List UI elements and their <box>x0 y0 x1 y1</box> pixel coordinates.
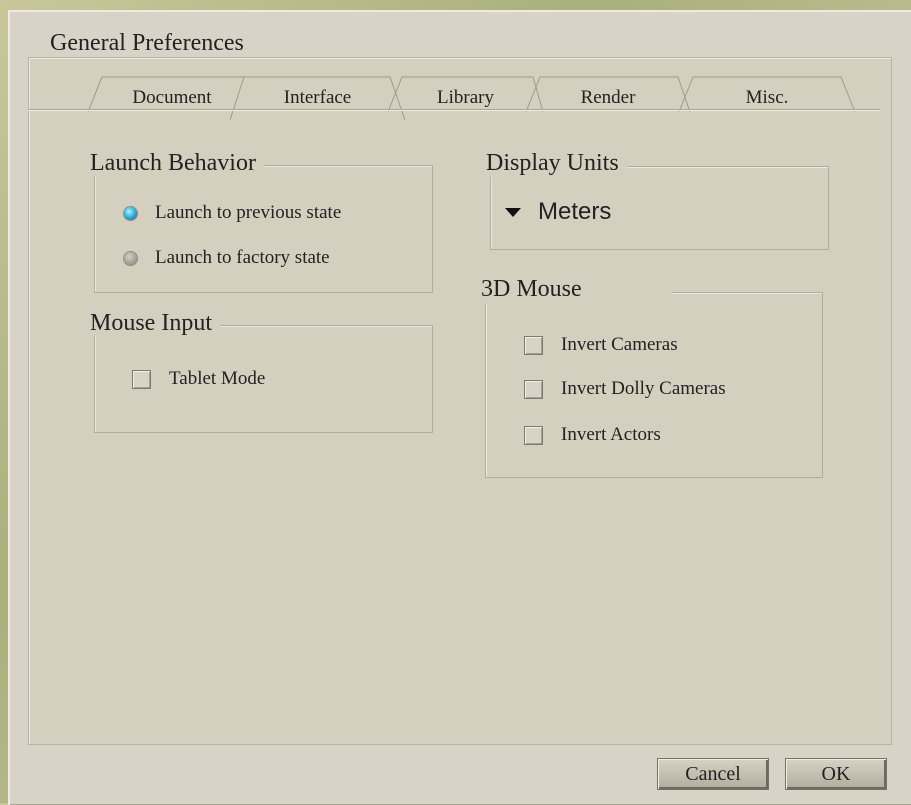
radio-launch-previous-label: Launch to previous state <box>155 202 342 223</box>
checkbox-invert-actors-label: Invert Actors <box>561 424 661 445</box>
tab-interface-label: Interface <box>283 87 352 108</box>
checkbox-box <box>524 335 543 355</box>
display-units-value: Meters <box>538 198 612 225</box>
radio-launch-factory-label: Launch to factory state <box>155 247 330 268</box>
tab-library[interactable]: Library <box>388 72 543 120</box>
checkbox-invert-dolly-cameras-label: Invert Dolly Cameras <box>561 378 726 399</box>
tab-interface[interactable]: Interface <box>230 72 405 120</box>
window-title: General Preferences <box>50 30 244 56</box>
radio-selected-icon <box>124 206 137 220</box>
cancel-button[interactable]: Cancel <box>657 758 769 790</box>
checkbox-box <box>132 369 151 389</box>
checkbox-tablet-mode-label: Tablet Mode <box>169 368 266 389</box>
dropdown-triangle-icon <box>505 207 521 217</box>
radio-launch-factory[interactable]: Launch to factory state <box>124 247 330 269</box>
checkbox-invert-cameras-label: Invert Cameras <box>561 334 678 355</box>
tab-bar: Document Interface Library Render Misc. <box>50 72 890 122</box>
checkbox-tablet-mode[interactable]: Tablet Mode <box>132 368 265 390</box>
tab-divider <box>28 109 880 110</box>
display-units-legend: Display Units <box>484 150 627 177</box>
tab-render-label: Render <box>580 87 636 108</box>
tab-misc[interactable]: Misc. <box>679 72 855 120</box>
checkbox-box <box>524 425 543 445</box>
tab-render[interactable]: Render <box>526 72 690 120</box>
checkbox-invert-actors[interactable]: Invert Actors <box>524 424 661 446</box>
mouse-input-legend: Mouse Input <box>88 310 220 337</box>
tab-document-label: Document <box>132 87 212 108</box>
radio-launch-previous[interactable]: Launch to previous state <box>124 202 341 224</box>
checkbox-invert-cameras[interactable]: Invert Cameras <box>524 334 678 356</box>
radio-unselected-icon <box>124 251 137 265</box>
launch-behavior-legend: Launch Behavior <box>88 150 264 177</box>
launch-behavior-group <box>94 165 433 293</box>
checkbox-invert-dolly-cameras[interactable]: Invert Dolly Cameras <box>524 378 726 400</box>
tab-misc-label: Misc. <box>745 87 789 108</box>
checkbox-box <box>524 379 543 399</box>
tab-library-label: Library <box>437 87 494 108</box>
ok-button[interactable]: OK <box>785 758 887 790</box>
display-units-dropdown[interactable]: Meters <box>505 198 611 226</box>
3d-mouse-legend: 3D Mouse <box>479 276 672 303</box>
